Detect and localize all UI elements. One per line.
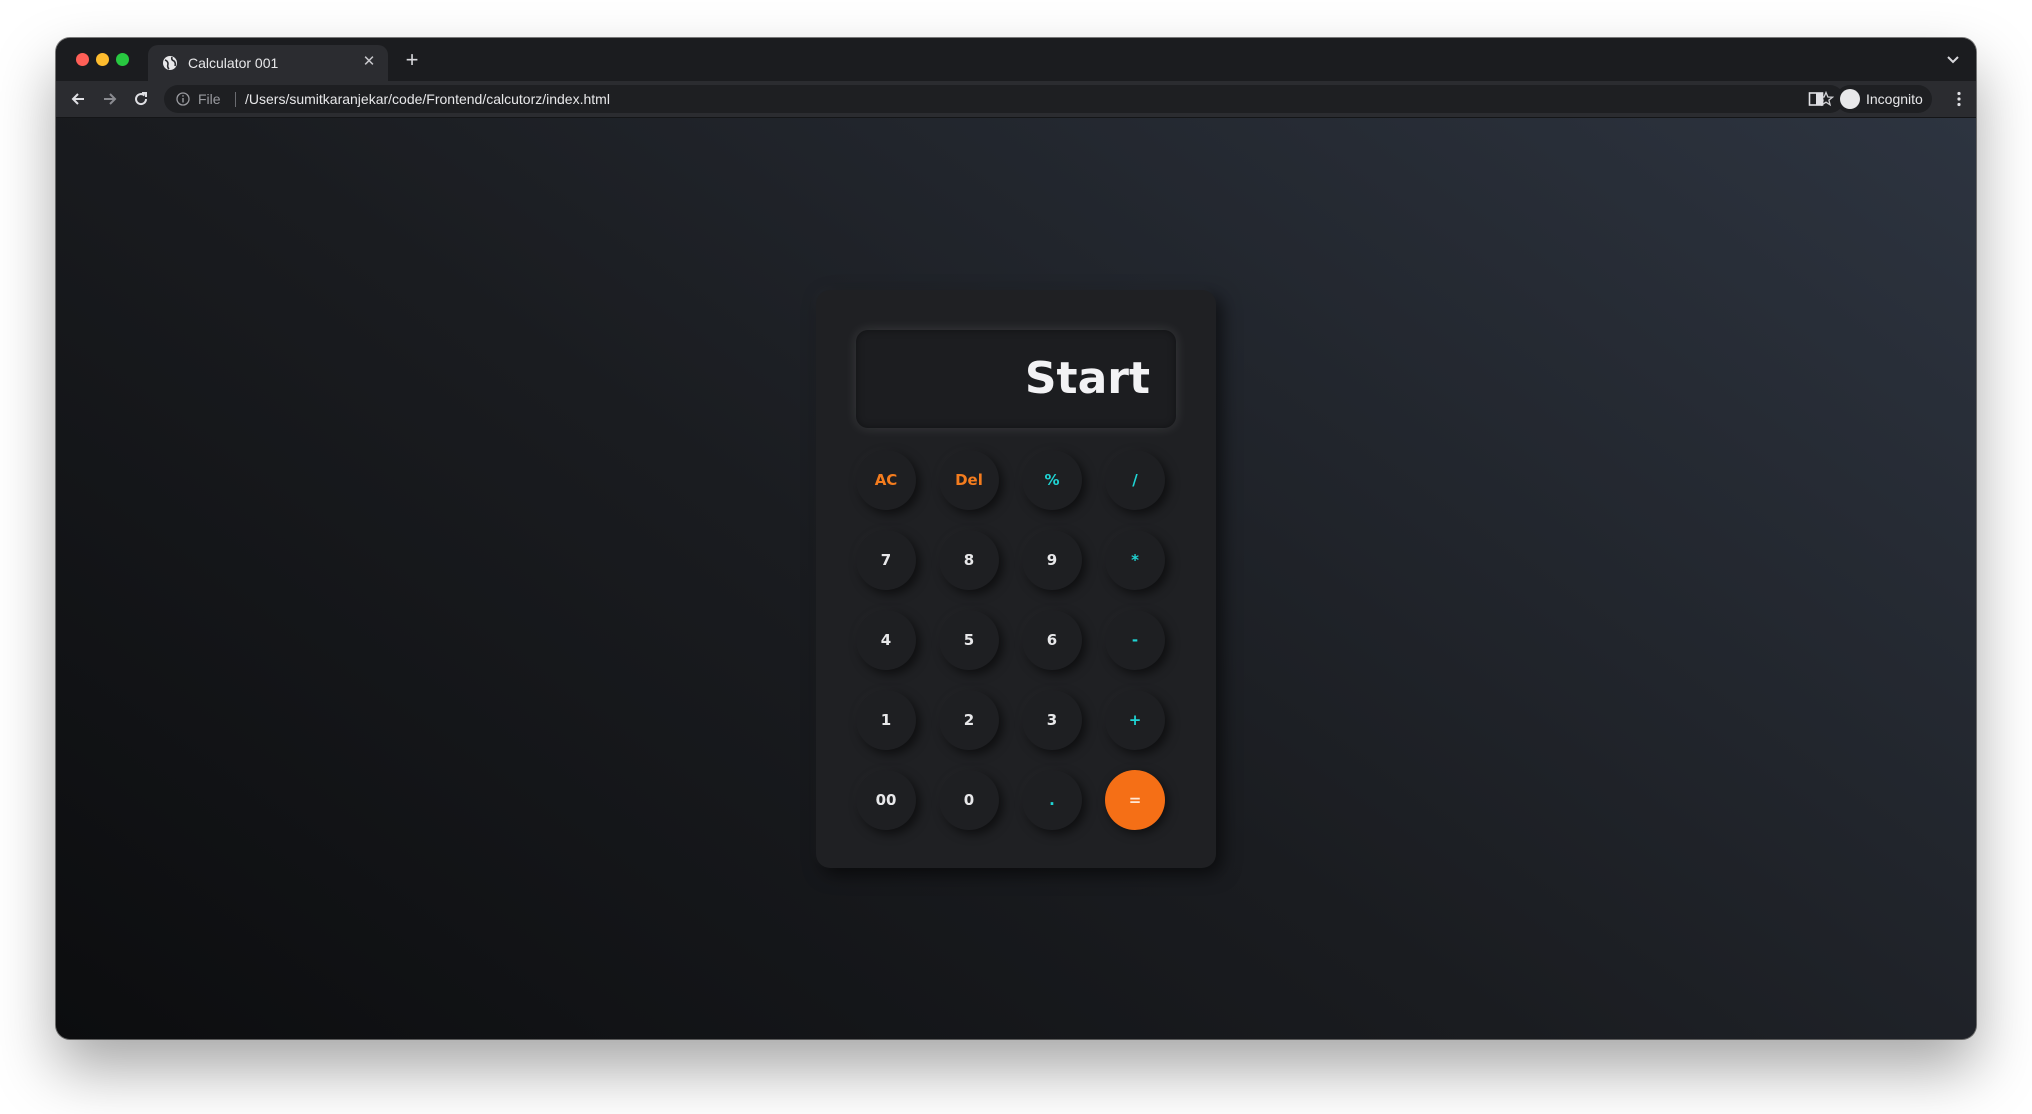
maximize-window-button[interactable] [116,53,129,66]
key-add[interactable]: + [1105,690,1165,750]
key-5[interactable]: 5 [939,610,999,670]
close-tab-icon[interactable]: ✕ [360,53,378,71]
reload-icon[interactable] [131,89,151,109]
info-icon[interactable] [176,92,190,106]
key-multiply[interactable]: * [1105,530,1165,590]
key-4[interactable]: 4 [856,610,916,670]
key-0[interactable]: 0 [939,770,999,830]
key-1[interactable]: 1 [856,690,916,750]
forward-arrow-icon[interactable] [100,89,120,109]
url-text[interactable]: /Users/sumitkaranjekar/code/Frontend/cal… [245,91,610,107]
key-decimal[interactable]: . [1022,770,1082,830]
key-divide[interactable]: / [1105,450,1165,510]
display-value: Start [1024,353,1150,404]
key-6[interactable]: 6 [1022,610,1082,670]
incognito-label: Incognito [1866,91,1923,107]
key-7[interactable]: 7 [856,530,916,590]
new-tab-button[interactable]: + [400,48,424,72]
browser-window: Calculator 001 ✕ + File /Users/sumitkara… [56,38,1976,1039]
calculator: Start AC Del % / 7 8 9 * 4 5 6 - 1 2 3 +… [816,290,1216,868]
key-3[interactable]: 3 [1022,690,1082,750]
key-equals[interactable]: = [1105,770,1165,830]
tab-calculator[interactable]: Calculator 001 ✕ [148,45,388,81]
key-all-clear[interactable]: AC [856,450,916,510]
close-window-button[interactable] [76,53,89,66]
key-double-zero[interactable]: 00 [856,770,916,830]
key-percent[interactable]: % [1022,450,1082,510]
divider [235,92,236,107]
calculator-display: Start [856,330,1176,428]
toolbar: File /Users/sumitkaranjekar/code/Fronten… [56,81,1976,118]
incognito-profile-button[interactable]: Incognito [1836,85,1932,113]
file-label: File [198,91,221,107]
key-9[interactable]: 9 [1022,530,1082,590]
key-delete[interactable]: Del [939,450,999,510]
back-arrow-icon[interactable] [68,89,88,109]
key-subtract[interactable]: - [1105,610,1165,670]
side-panel-icon[interactable] [1808,91,1824,107]
tab-title: Calculator 001 [188,55,279,71]
page-content: Start AC Del % / 7 8 9 * 4 5 6 - 1 2 3 +… [56,118,1976,1039]
minimize-window-button[interactable] [96,53,109,66]
more-menu-icon[interactable] [1956,91,1962,107]
chevron-down-icon[interactable] [1944,50,1962,68]
incognito-icon [1840,89,1860,109]
tab-bar: Calculator 001 ✕ + [56,38,1976,81]
key-8[interactable]: 8 [939,530,999,590]
globe-icon [163,56,177,70]
address-bar[interactable]: File /Users/sumitkaranjekar/code/Fronten… [164,85,1844,113]
key-2[interactable]: 2 [939,690,999,750]
